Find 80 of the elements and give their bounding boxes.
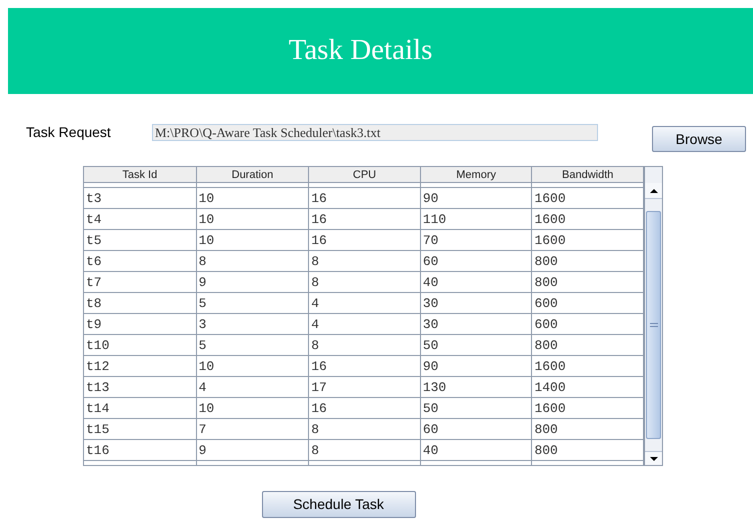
- grip-icon: [650, 323, 658, 327]
- table-cell: t14: [86, 400, 110, 416]
- table-cell: 5: [198, 296, 206, 310]
- table-cell: t6: [86, 254, 102, 268]
- table-cell: 9: [198, 274, 206, 290]
- table-cell: 16: [311, 212, 327, 226]
- scroll-up-icon[interactable]: [650, 188, 658, 192]
- table-cell: 130: [422, 380, 446, 394]
- table-cell: 4: [311, 296, 320, 310]
- table-cell: 800: [534, 274, 558, 290]
- table-cell: 30: [422, 316, 438, 332]
- vertical-scrollbar[interactable]: [644, 167, 662, 465]
- table-cell: t10: [86, 338, 110, 352]
- table-cell: 5: [198, 338, 206, 352]
- table-cell: 8: [311, 254, 320, 268]
- table-cell: 1600: [534, 190, 566, 206]
- table-cell: 1600: [534, 400, 566, 416]
- table-cell: 10: [198, 400, 214, 416]
- table-cell: 40: [422, 274, 438, 290]
- scroll-thumb[interactable]: [646, 211, 661, 439]
- column-header[interactable]: CPU: [352, 168, 376, 182]
- table-cell: 70: [422, 232, 438, 248]
- table-cell: 1600: [534, 232, 566, 248]
- schedule-task-button[interactable]: Schedule Task: [262, 491, 416, 518]
- table-cell: t15: [86, 422, 110, 436]
- table-cell: t4: [86, 212, 102, 226]
- table-cell: 10: [198, 232, 214, 248]
- column-header[interactable]: Duration: [232, 168, 274, 182]
- table-cell: 10: [198, 358, 214, 374]
- field-label: Task Request: [26, 124, 112, 140]
- table-cell: 40: [422, 442, 438, 458]
- table-cell: 3: [198, 316, 206, 332]
- table-cell: 800: [534, 442, 558, 458]
- table-cell: 800: [534, 338, 558, 352]
- table-cell: t13: [86, 380, 110, 394]
- table-cell: 60: [422, 422, 438, 436]
- table-cell: 600: [534, 316, 558, 332]
- table-cell: 30: [422, 296, 438, 310]
- table-cell: 4: [198, 380, 206, 394]
- table-cell: 10: [198, 212, 214, 226]
- table-cell: 50: [422, 338, 438, 352]
- table-cell: t8: [86, 296, 102, 310]
- table-cell: 7: [198, 422, 206, 436]
- table-cell: 8: [198, 254, 206, 268]
- table-cell: 90: [422, 358, 438, 374]
- table-cell: 16: [311, 232, 327, 248]
- table-cell: 50: [422, 400, 438, 416]
- table-cell: 17: [311, 380, 327, 394]
- table-cell: 4: [311, 316, 320, 332]
- column-header[interactable]: Memory: [456, 168, 496, 182]
- table-cell: t16: [86, 442, 110, 458]
- browse-button[interactable]: Browse: [652, 126, 746, 152]
- table-cell: 16: [311, 190, 327, 206]
- table-cell: t9: [86, 316, 102, 332]
- page-title: Task Details: [288, 33, 432, 68]
- column-header[interactable]: Bandwidth: [562, 168, 614, 182]
- table-cell: 60: [422, 254, 438, 268]
- table-cell: t7: [86, 274, 102, 290]
- table-cell: 8: [311, 422, 320, 436]
- table-cell: 1400: [534, 380, 566, 394]
- table-cell: 800: [534, 422, 558, 436]
- table-cell: 600: [534, 296, 558, 310]
- table-cell: t3: [86, 190, 102, 206]
- table-cell: 1600: [534, 212, 566, 226]
- table-cell: 90: [422, 190, 438, 206]
- column-header[interactable]: Task Id: [122, 168, 158, 182]
- table-cell: 16: [311, 358, 327, 374]
- table-cell: 800: [534, 254, 558, 268]
- table-cell: 8: [311, 338, 320, 352]
- table-cell: t5: [86, 232, 102, 248]
- table-cell: 9: [198, 442, 206, 458]
- table-cell: 1600: [534, 358, 566, 374]
- table-cell: 8: [311, 442, 320, 458]
- table-cell: 10: [198, 190, 214, 206]
- table-cell: 16: [311, 400, 327, 416]
- table-cell: 8: [311, 274, 320, 290]
- scroll-down-icon[interactable]: [650, 456, 658, 460]
- table-cell: t12: [86, 358, 110, 374]
- file-path-field[interactable]: M:\PRO\Q-Aware Task Scheduler\task3.txt: [152, 124, 598, 141]
- table-cell: 110: [422, 212, 446, 226]
